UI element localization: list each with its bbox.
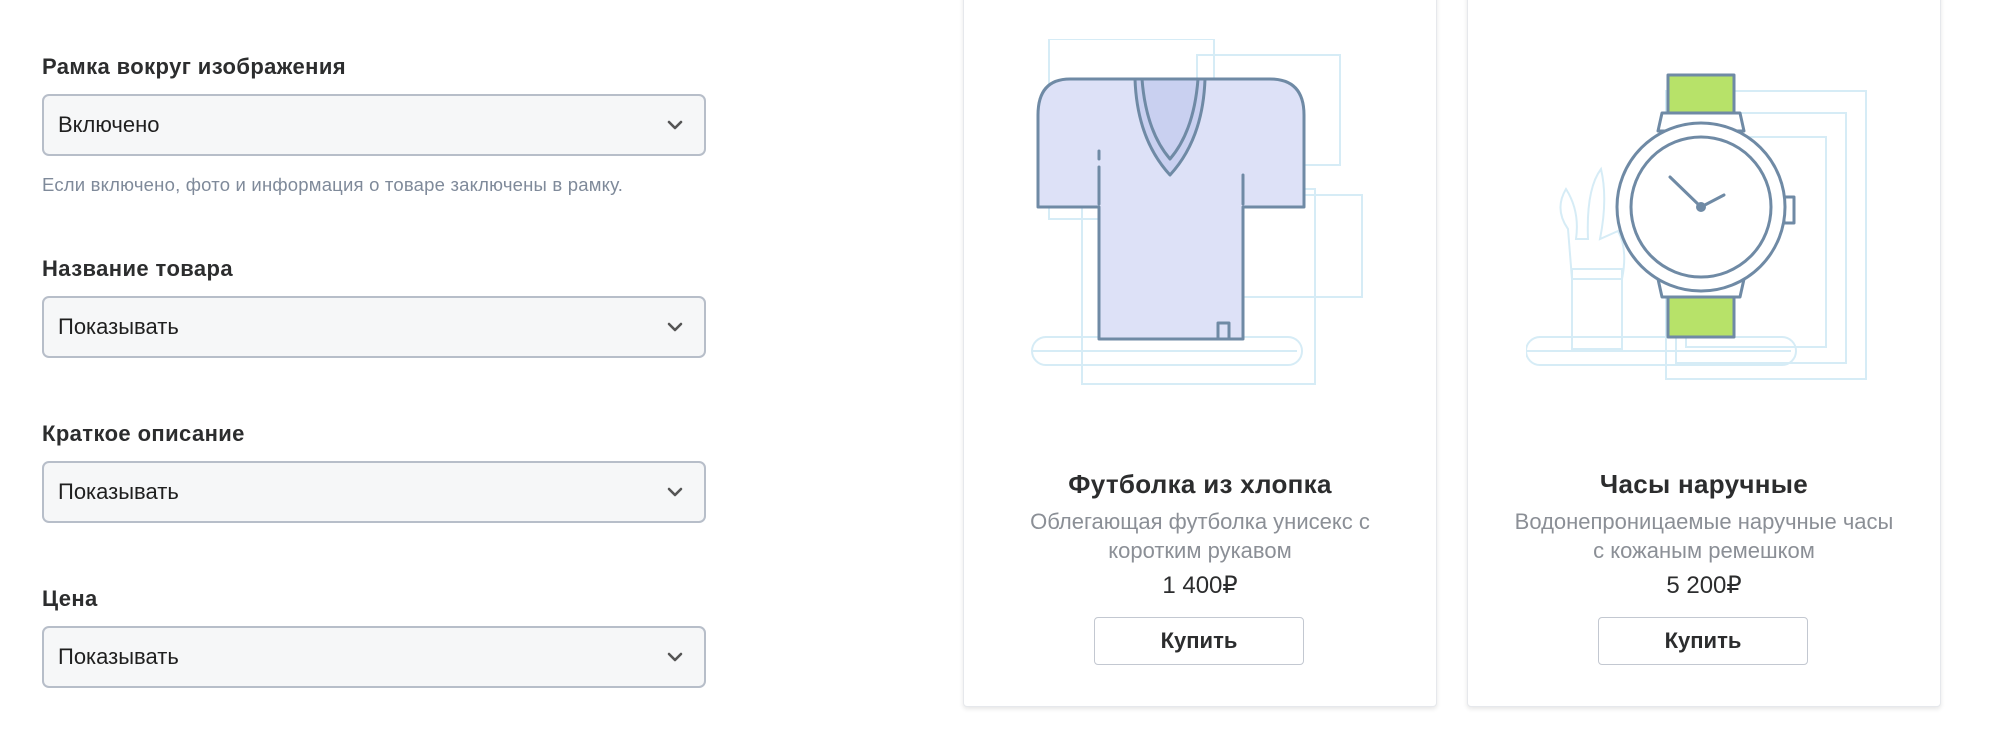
price-select-value: Показывать xyxy=(58,644,179,669)
product-name-select[interactable]: Показывать xyxy=(42,296,706,358)
product-title: Футболка из хлопка xyxy=(1068,469,1332,499)
short-description-label: Краткое описание xyxy=(42,421,245,446)
wristwatch-illustration xyxy=(1526,73,1867,380)
chevron-down-icon xyxy=(667,322,683,332)
chevron-down-icon xyxy=(667,120,683,130)
price-select[interactable]: Показывать xyxy=(42,626,706,688)
short-description-select[interactable]: Показывать xyxy=(42,461,706,523)
frame-setting-hint: Если включено, фото и информация о товар… xyxy=(42,174,624,195)
product-name-select-value: Показывать xyxy=(58,314,179,339)
price-setting: Цена Показывать xyxy=(42,584,710,688)
short-description-select-value: Показывать xyxy=(58,479,179,504)
chevron-down-icon xyxy=(667,487,683,497)
t-shirt-illustration xyxy=(1031,39,1363,385)
chevron-down-icon xyxy=(667,652,683,662)
frame-setting-label: Рамка вокруг изображения xyxy=(42,54,347,79)
product-card: Часы наручные Водонепроницаемые наручные… xyxy=(1467,0,1941,707)
buy-button[interactable]: Купить xyxy=(1094,617,1304,665)
product-description: Водонепроницаемые наручные часы с кожаны… xyxy=(1514,509,1894,563)
product-title: Часы наручные xyxy=(1599,469,1809,499)
product-price: 5 200₽ xyxy=(1666,572,1742,599)
product-card: Футболка из хлопка Облегающая футболка у… xyxy=(963,0,1437,707)
product-description: Облегающая футболка унисекс с коротким р… xyxy=(1030,509,1370,563)
product-name-label: Название товара xyxy=(42,256,234,281)
product-price: 1 400₽ xyxy=(1162,572,1238,599)
frame-select[interactable]: Включено xyxy=(42,94,706,156)
buy-button[interactable]: Купить xyxy=(1598,617,1808,665)
product-name-setting: Название товара Показывать xyxy=(42,254,710,358)
frame-select-value: Включено xyxy=(58,112,160,137)
frame-setting: Рамка вокруг изображения Включено Если в… xyxy=(42,52,710,195)
price-label: Цена xyxy=(42,586,98,611)
short-description-setting: Краткое описание Показывать xyxy=(42,419,710,523)
